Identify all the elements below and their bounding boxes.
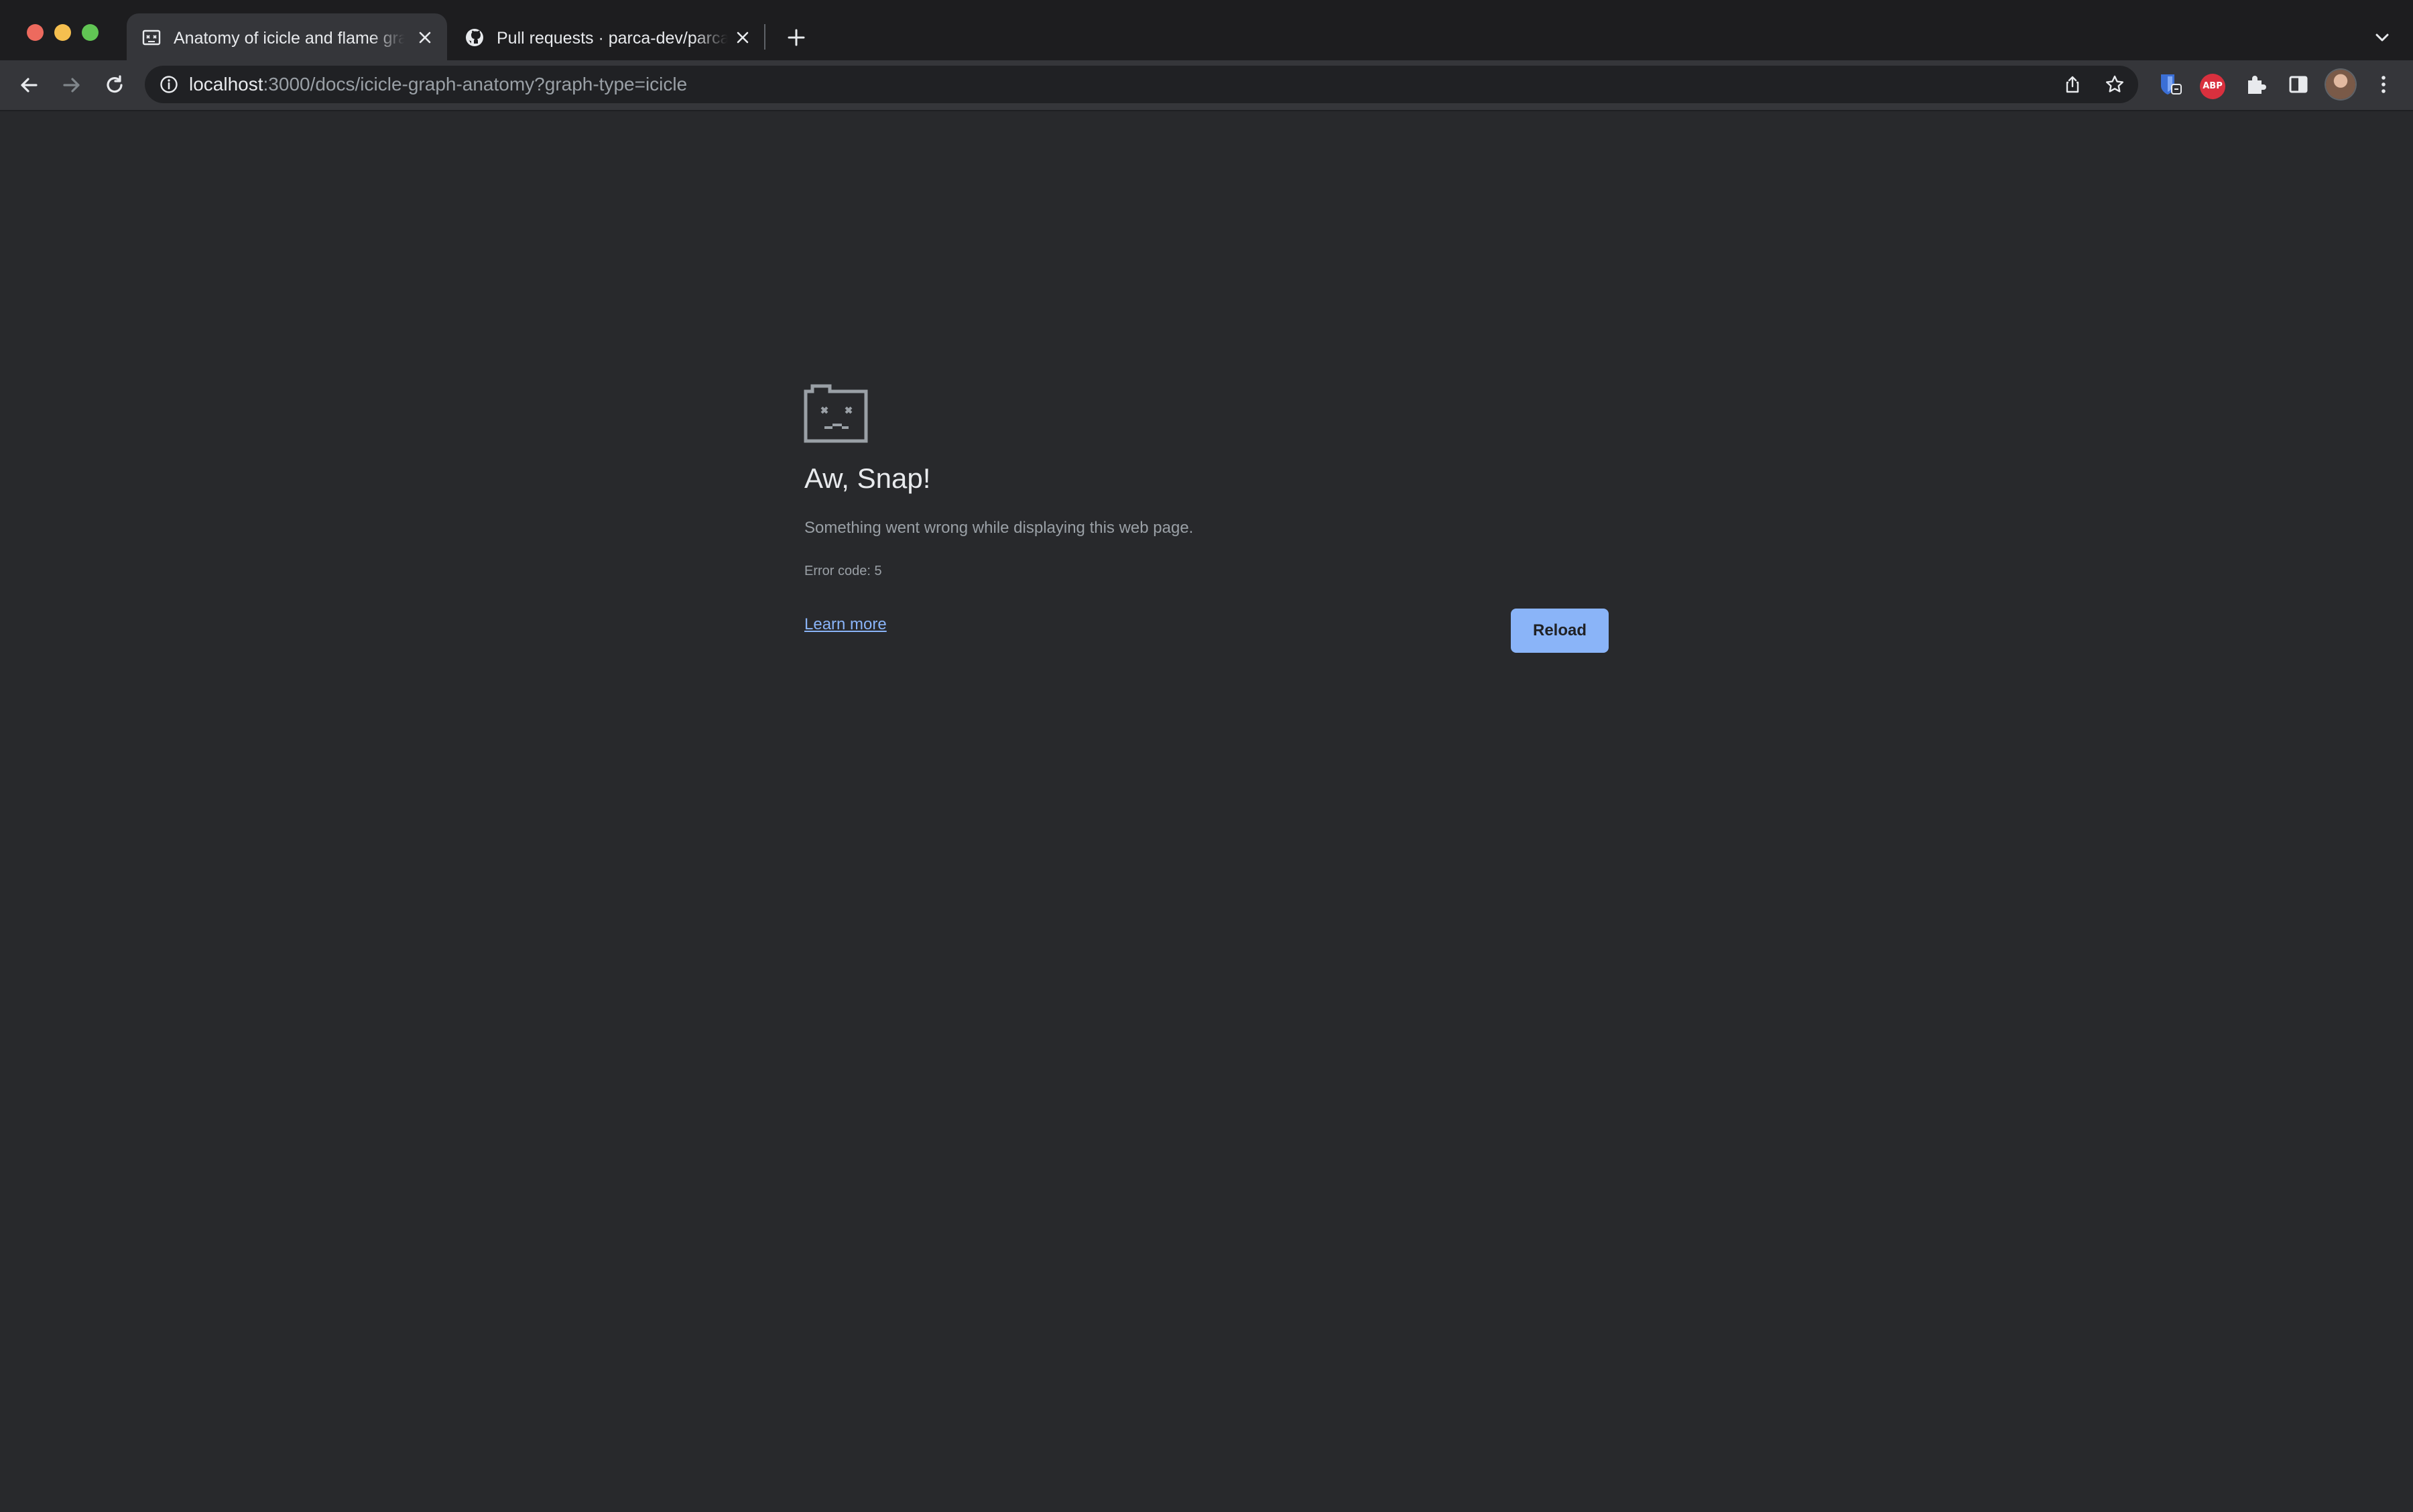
site-info-icon[interactable]	[160, 75, 178, 94]
tab-search-chevron-icon[interactable]	[2370, 25, 2394, 50]
learn-more-link[interactable]: Learn more	[804, 614, 887, 635]
more-menu-icon[interactable]	[2370, 71, 2397, 98]
password-manager-extension-icon[interactable]	[2157, 71, 2184, 98]
profile-avatar[interactable]	[2326, 70, 2355, 99]
tab-title: Anatomy of icicle and flame graphs	[174, 29, 405, 48]
github-icon	[466, 29, 483, 46]
sad-folder-icon	[804, 384, 868, 443]
new-tab-icon[interactable]	[783, 24, 810, 51]
close-tab-icon[interactable]	[416, 29, 434, 46]
minimize-window-button[interactable]	[54, 24, 71, 41]
tab-title: Pull requests · parca-dev/parca	[497, 29, 728, 48]
address-bar[interactable]: localhost:3000/docs/icicle-graph-anatomy…	[145, 66, 2138, 103]
maximize-window-button[interactable]	[82, 24, 99, 41]
browser-toolbar: localhost:3000/docs/icicle-graph-anatomy…	[0, 60, 2413, 111]
tab-pull-requests[interactable]: Pull requests · parca-dev/parca	[450, 13, 765, 60]
page-content	[0, 111, 2413, 1512]
browser-window: Anatomy of icicle and flame graphs Pull …	[0, 0, 2413, 1512]
error-code: Error code: 5	[804, 564, 882, 578]
bookmark-star-icon[interactable]	[2105, 74, 2125, 94]
tab-icicle-graph-anatomy[interactable]: Anatomy of icicle and flame graphs	[127, 13, 447, 60]
error-message: Something went wrong while displaying th…	[804, 519, 1194, 537]
tab-separator	[764, 24, 765, 50]
url-host: localhost	[189, 74, 263, 94]
share-icon[interactable]	[2062, 74, 2083, 94]
forward-arrow-icon[interactable]	[59, 72, 84, 98]
adblock-plus-icon[interactable]: ABP	[2200, 74, 2225, 99]
broken-page-icon	[142, 29, 161, 46]
reload-button[interactable]: Reload	[1511, 609, 1609, 653]
url-path: :3000/docs/icicle-graph-anatomy?graph-ty…	[263, 74, 688, 94]
reload-icon[interactable]	[102, 72, 127, 98]
side-panel-icon[interactable]	[2285, 71, 2312, 98]
close-tab-icon[interactable]	[734, 29, 751, 46]
back-arrow-icon[interactable]	[16, 72, 42, 98]
tab-strip: Anatomy of icicle and flame graphs Pull …	[0, 0, 2413, 60]
error-title: Aw, Snap!	[804, 462, 931, 494]
url-text[interactable]: localhost:3000/docs/icicle-graph-anatomy…	[189, 74, 687, 95]
extensions-puzzle-icon[interactable]	[2243, 71, 2270, 98]
close-window-button[interactable]	[27, 24, 44, 41]
